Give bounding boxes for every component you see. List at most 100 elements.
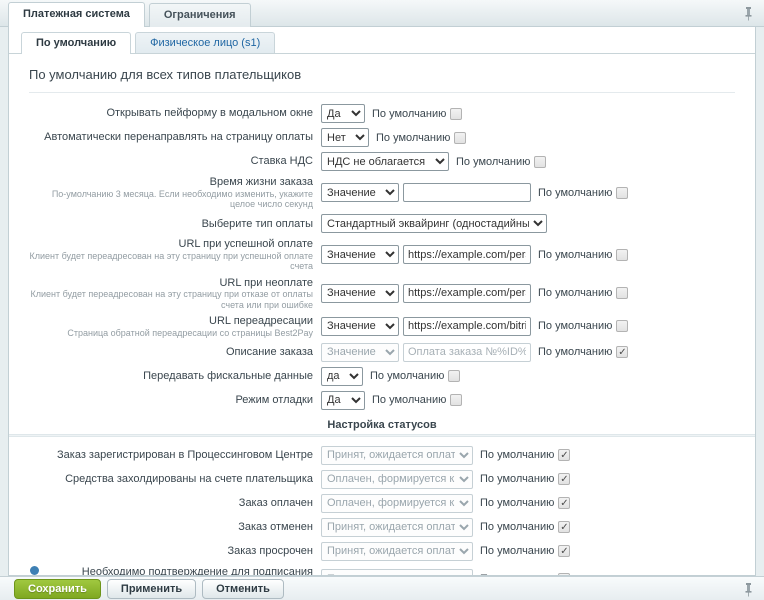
field-label: Выберите тип оплаты: [201, 217, 313, 230]
field-controls: Значение По умолчанию: [321, 183, 629, 203]
field-select[interactable]: Значение: [321, 245, 399, 265]
field-controls: Принят, ожидается оплата По умолчанию✓: [321, 445, 571, 465]
default-label: По умолчанию: [370, 370, 445, 383]
pin-icon[interactable]: [743, 6, 754, 21]
form-row: Средства захолдированы на счете плательщ…: [29, 469, 735, 489]
sub-tabs: По умолчанию Физическое лицо (s1): [9, 27, 755, 54]
field-input[interactable]: [403, 316, 531, 336]
field-input: [403, 342, 531, 362]
field-controls: Принят, ожидается оплатаПо умолчанию✓: [321, 569, 571, 575]
default-checkbox[interactable]: ✓: [558, 449, 571, 462]
footer-bar: Сохранить Применить Отменить: [0, 576, 764, 600]
form-row: Заказ отменен Принят, ожидается оплата По …: [29, 517, 735, 537]
field-controls: да По умолчанию: [321, 366, 461, 386]
field-select[interactable]: Значение: [321, 183, 399, 203]
field-select[interactable]: Да: [321, 104, 365, 123]
default-label: По умолчанию: [538, 248, 613, 261]
form-row: Необходимо подтверждение для подписания …: [29, 566, 735, 575]
field-controls: Стандартный эквайринг (одностадийный): [321, 214, 547, 234]
default-checkbox[interactable]: ✓: [616, 346, 629, 359]
field-controls: Принят, ожидается оплата По умолчанию✓: [321, 517, 571, 537]
field-controls: Да По умолчанию: [321, 390, 463, 410]
subtab-active[interactable]: По умолчанию: [21, 32, 132, 54]
default-checkbox[interactable]: [616, 248, 629, 261]
default-checkbox[interactable]: [448, 370, 461, 383]
form-row: URL переадресации Страница обратной переа…: [29, 315, 735, 338]
field-input[interactable]: [403, 283, 531, 303]
default-checkbox[interactable]: ✓: [558, 497, 571, 510]
field-select: Оплачен, формируется к отправке: [321, 493, 473, 513]
field-label-block: Заказ оплачен: [29, 497, 321, 510]
field-label: Средства захолдированы на счете плательщ…: [65, 473, 313, 486]
field-hint: По-умолчанию 3 месяца. Если необходимо и…: [51, 188, 313, 209]
default-checkbox[interactable]: ✓: [558, 473, 571, 486]
field-select[interactable]: Да: [321, 390, 365, 410]
default-label: По умолчанию: [480, 521, 555, 534]
cancel-button[interactable]: Отменить: [202, 578, 284, 599]
footer-pin-icon[interactable]: [743, 582, 754, 597]
field-label: Режим отладки: [235, 394, 313, 407]
section-header: Настройка статусов: [327, 418, 437, 431]
field-label-block: Заказ отменен: [29, 521, 321, 534]
form-row: Автоматически перенаправлять на страницу…: [29, 128, 735, 147]
tab-active[interactable]: Платежная система: [8, 2, 145, 27]
field-controls: Значение По умолчанию: [321, 316, 629, 336]
field-controls: Принят, ожидается оплатаПо умолчанию✓: [321, 541, 571, 561]
default-checkbox[interactable]: ✓: [558, 545, 571, 558]
default-label: По умолчанию: [480, 449, 555, 462]
field-select: Оплачен, формируется к отправке: [321, 469, 473, 489]
field-select[interactable]: НДС не облагается: [321, 152, 449, 171]
field-hint: Страница обратной переадресации со стран…: [67, 327, 313, 338]
default-label: По умолчанию: [538, 346, 613, 359]
field-select[interactable]: Значение: [321, 316, 399, 336]
field-controls: Оплачен, формируется к отправке По умолча…: [321, 493, 571, 513]
field-label-block: Средства захолдированы на счете плательщ…: [29, 473, 321, 486]
help-icon[interactable]: [30, 566, 39, 575]
default-checkbox[interactable]: [450, 107, 463, 120]
subtab-inactive[interactable]: Физическое лицо (s1): [135, 32, 276, 53]
main-tabs: Платежная система Ограничения: [0, 0, 764, 27]
field-select[interactable]: Стандартный эквайринг (одностадийный): [321, 214, 547, 234]
field-select: Принят, ожидается оплата: [321, 517, 473, 537]
default-label: По умолчанию: [376, 131, 451, 144]
field-label: Описание заказа: [225, 346, 313, 359]
form-row: Выберите тип оплаты Стандартный эквайринг…: [29, 214, 735, 234]
default-checkbox[interactable]: [616, 320, 629, 333]
field-select[interactable]: Значение: [321, 283, 399, 303]
default-checkbox[interactable]: [616, 287, 629, 300]
apply-button[interactable]: Применить: [106, 578, 197, 599]
settings-panel: По умолчанию Физическое лицо (s1) По умол…: [8, 27, 756, 576]
form-row: Открывать пейформу в модальном окне Да По …: [29, 104, 735, 123]
field-controls: Оплачен, формируется к отправке По умолча…: [321, 469, 571, 489]
field-input[interactable]: [403, 245, 531, 265]
default-label: По умолчанию: [538, 186, 613, 199]
field-label-block: Передавать фискальные данные: [29, 370, 321, 383]
field-select[interactable]: да: [321, 366, 363, 386]
form-row: Заказ оплачен Оплачен, формируется к отпр…: [29, 493, 735, 513]
field-label: URL при успешной оплате: [178, 238, 314, 251]
default-checkbox[interactable]: [616, 186, 629, 199]
default-label: По умолчанию: [372, 394, 447, 407]
field-label-block: Режим отладки: [29, 394, 321, 407]
field-label: Ставка НДС: [250, 155, 313, 168]
field-label: Автоматически перенаправлять на страницу…: [44, 131, 313, 144]
default-checkbox[interactable]: [534, 155, 547, 168]
field-hint: Клиент будет переадресован на эту страни…: [30, 289, 313, 310]
field-select: Принят, ожидается оплата: [321, 541, 473, 561]
default-checkbox[interactable]: [454, 131, 467, 144]
default-checkbox[interactable]: [450, 394, 463, 407]
default-checkbox[interactable]: ✓: [558, 521, 571, 534]
default-label: По умолчанию: [480, 497, 555, 510]
field-input[interactable]: [403, 183, 531, 203]
save-button[interactable]: Сохранить: [14, 578, 101, 599]
field-select: Значение: [321, 342, 399, 362]
field-label: Открывать пейформу в модальном окне: [106, 107, 313, 120]
field-label-block: Время жизни заказа По-умолчанию 3 месяца.…: [29, 176, 321, 209]
section-divider: [9, 433, 755, 437]
tab-inactive[interactable]: Ограничения: [148, 3, 251, 27]
field-select[interactable]: Нет: [321, 128, 369, 147]
field-label-block: Ставка НДС: [29, 155, 321, 168]
top-tab-bar: Платежная система Ограничения: [0, 0, 764, 27]
field-select: Принят, ожидается оплата: [321, 445, 473, 465]
form-row: Заказ просрочен Принят, ожидается оплата П…: [29, 541, 735, 561]
